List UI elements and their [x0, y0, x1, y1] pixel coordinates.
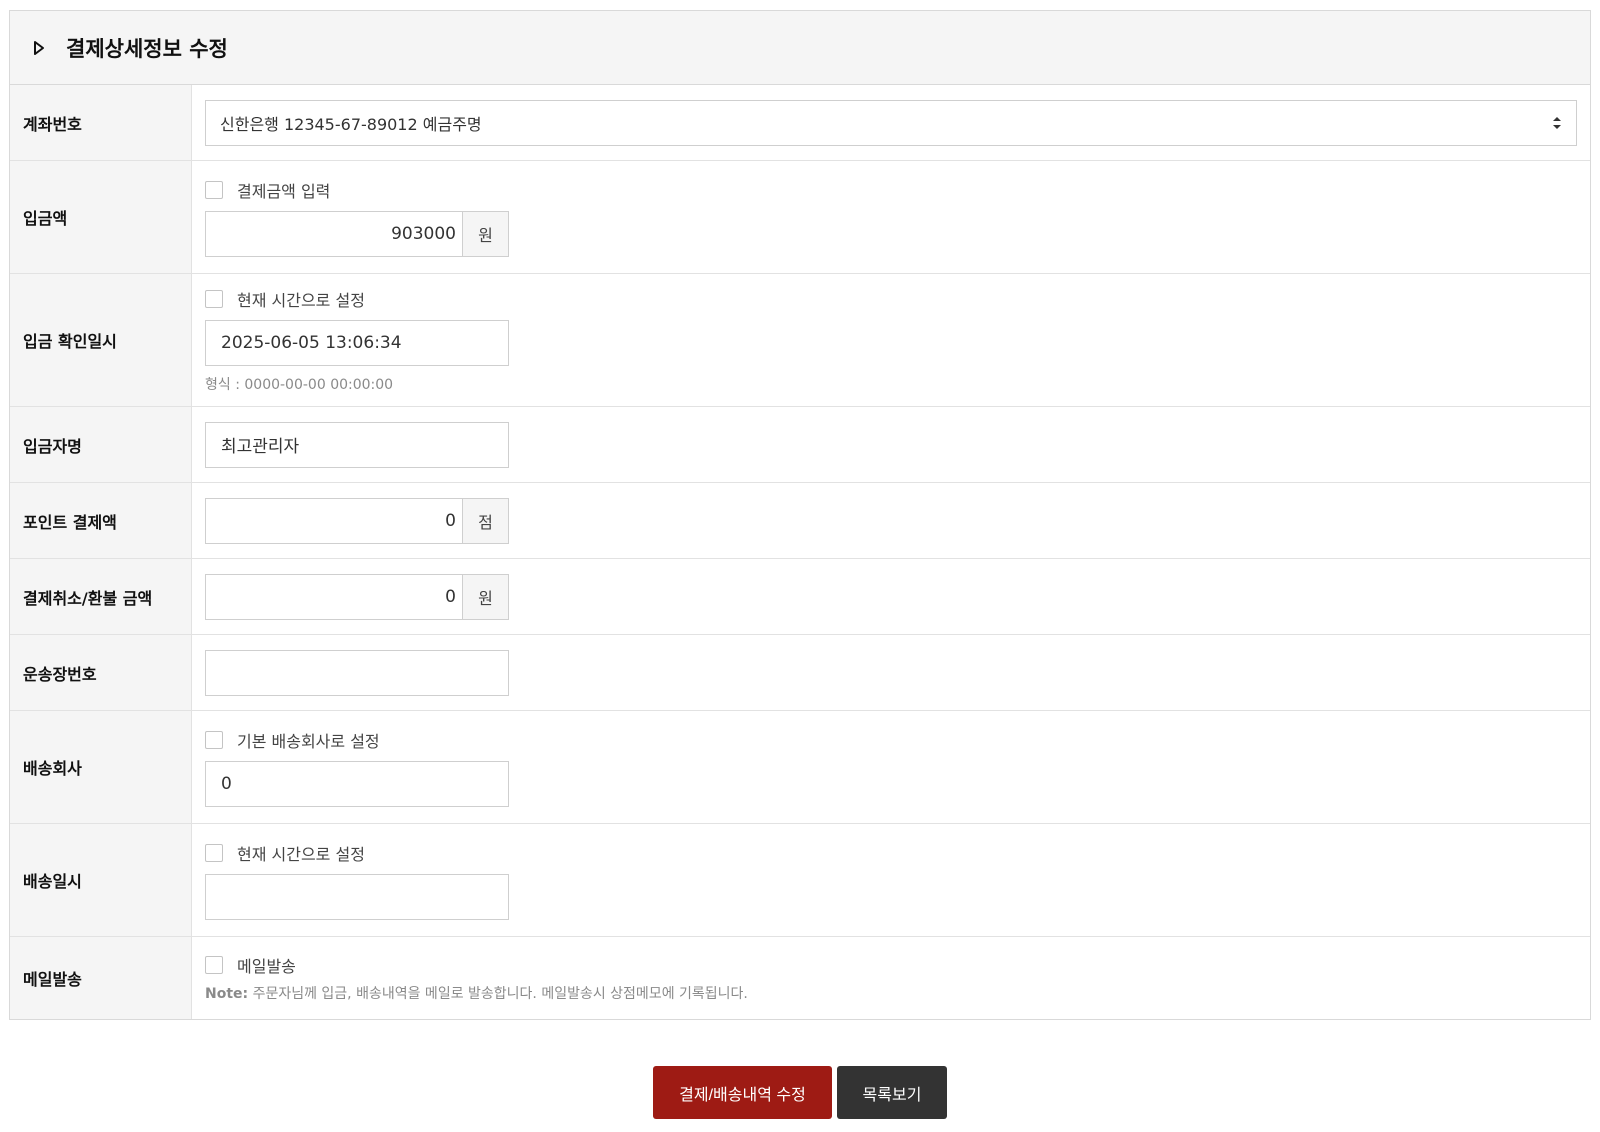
mail-note-text: 주문자님께 입금, 배송내역을 메일로 발송합니다. 메일발송시 상점메모에 기… — [248, 986, 748, 1002]
refund-amount-label: 결제취소/환불 금액 — [10, 559, 192, 634]
courier-check-line: 기본 배송회사로 설정 — [205, 728, 1577, 752]
deposit-amount-checkbox[interactable] — [205, 180, 223, 199]
point-amount-group: 0 점 — [205, 497, 509, 544]
deposit-time-format-hint: 형식 : 0000-00-00 00:00:00 — [205, 376, 394, 393]
deposit-time-check-line: 현재 시간으로 설정 — [205, 287, 1577, 311]
refund-amount-group: 0 원 — [205, 573, 509, 620]
point-amount-input[interactable]: 0 — [205, 497, 462, 544]
mail-send-checkbox[interactable] — [205, 956, 223, 974]
account-selected-value: 신한은행 12345-67-89012 예금주명 — [220, 114, 482, 134]
mail-check-line: 메일발송 — [205, 953, 1577, 977]
panel-title: 결제상세정보 수정 — [66, 36, 228, 61]
row-deposit-amount: 입금액 결제금액 입력 903000 원 — [10, 161, 1590, 274]
deposit-amount-check-line: 결제금액 입력 — [205, 178, 1577, 202]
deposit-time-now-checkbox[interactable] — [205, 289, 223, 308]
refund-amount-unit: 원 — [462, 573, 509, 620]
ship-time-input[interactable] — [205, 873, 509, 920]
point-amount-label: 포인트 결제액 — [10, 483, 192, 558]
triangle-right-icon — [34, 40, 44, 55]
row-mail: 메일발송 메일발송 Note: 주문자님께 입금, 배송내역을 메일로 발송합니… — [10, 937, 1590, 1019]
mail-label: 메일발송 — [10, 937, 192, 1019]
row-courier: 배송회사 기본 배송회사로 설정 0 — [10, 711, 1590, 824]
deposit-amount-label: 입금액 — [10, 161, 192, 273]
ship-time-now-checkbox[interactable] — [205, 843, 223, 862]
ship-time-checkbox-label: 현재 시간으로 설정 — [237, 844, 365, 864]
deposit-amount-checkbox-label: 결제금액 입력 — [237, 181, 331, 201]
tracking-no-label: 운송장번호 — [10, 635, 192, 710]
list-button[interactable]: 목록보기 — [837, 1066, 947, 1119]
row-refund-amount: 결제취소/환불 금액 0 원 — [10, 559, 1590, 635]
deposit-amount-unit: 원 — [462, 210, 509, 257]
point-amount-unit: 점 — [462, 497, 509, 544]
courier-input[interactable]: 0 — [205, 760, 509, 807]
mail-note: Note: 주문자님께 입금, 배송내역을 메일로 발송합니다. 메일발송시 상… — [205, 983, 1577, 1003]
ship-time-check-line: 현재 시간으로 설정 — [205, 841, 1577, 865]
deposit-amount-group: 903000 원 — [205, 210, 509, 257]
row-ship-time: 배송일시 현재 시간으로 설정 — [10, 824, 1590, 937]
sort-arrows-icon — [1553, 116, 1561, 129]
mail-checkbox-label: 메일발송 — [237, 957, 296, 976]
deposit-time-checkbox-label: 현재 시간으로 설정 — [237, 290, 365, 310]
refund-amount-input[interactable]: 0 — [205, 573, 462, 620]
courier-label: 배송회사 — [10, 711, 192, 823]
deposit-time-label: 입금 확인일시 — [10, 274, 192, 406]
panel-header: 결제상세정보 수정 — [10, 11, 1590, 85]
deposit-time-input[interactable]: 2025-06-05 13:06:34 — [205, 319, 509, 366]
row-depositor: 입금자명 최고관리자 — [10, 407, 1590, 483]
courier-default-checkbox[interactable] — [205, 730, 223, 749]
update-payment-shipping-button[interactable]: 결제/배송내역 수정 — [653, 1066, 832, 1119]
depositor-label: 입금자명 — [10, 407, 192, 482]
ship-time-label: 배송일시 — [10, 824, 192, 936]
row-tracking-no: 운송장번호 — [10, 635, 1590, 711]
account-select[interactable]: 신한은행 12345-67-89012 예금주명 — [205, 99, 1577, 146]
courier-checkbox-label: 기본 배송회사로 설정 — [237, 731, 380, 751]
action-buttons: 결제/배송내역 수정 목록보기 — [0, 1066, 1600, 1119]
row-account: 계좌번호 신한은행 12345-67-89012 예금주명 — [10, 85, 1590, 161]
row-point-amount: 포인트 결제액 0 점 — [10, 483, 1590, 559]
depositor-input[interactable]: 최고관리자 — [205, 421, 509, 468]
deposit-amount-input[interactable]: 903000 — [205, 210, 462, 257]
mail-note-prefix: Note: — [205, 986, 249, 1002]
payment-detail-panel: 결제상세정보 수정 계좌번호 신한은행 12345-67-89012 예금주명 … — [9, 10, 1591, 1020]
row-deposit-time: 입금 확인일시 현재 시간으로 설정 2025-06-05 13:06:34 형… — [10, 274, 1590, 407]
tracking-no-input[interactable] — [205, 649, 509, 696]
account-label: 계좌번호 — [10, 85, 192, 160]
